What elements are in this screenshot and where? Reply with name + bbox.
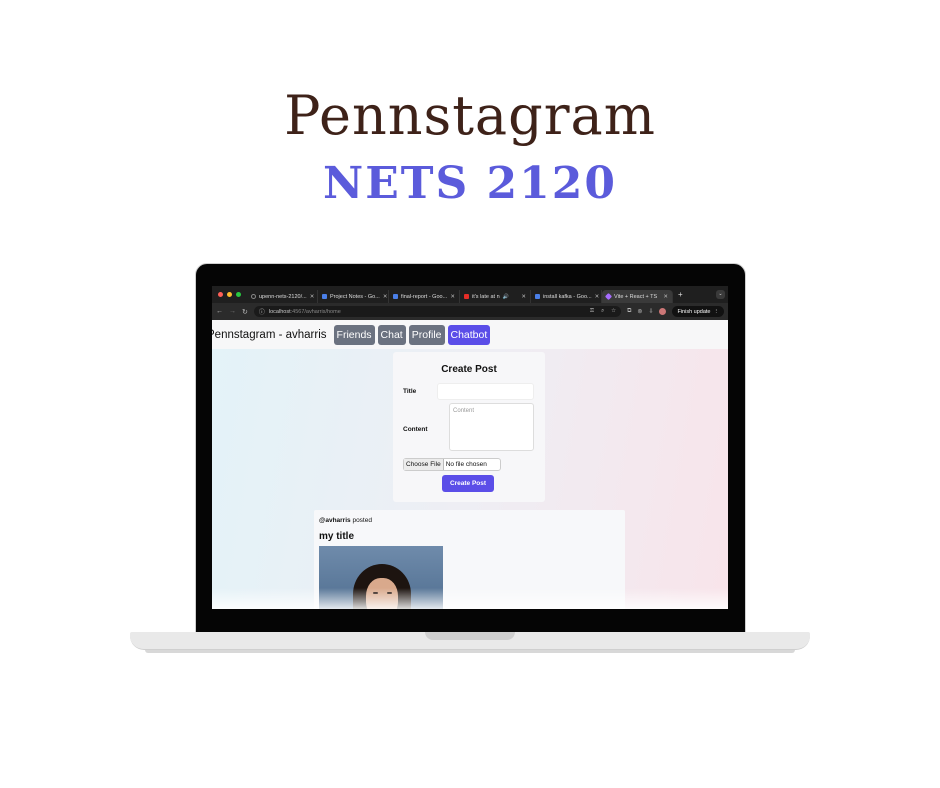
close-tab-icon[interactable]: ✕ xyxy=(663,294,668,300)
loading-icon xyxy=(251,294,256,299)
finish-update-button[interactable]: Finish update ⋮ xyxy=(672,306,724,317)
chatbot-button[interactable]: Chatbot xyxy=(447,324,491,345)
docs-icon xyxy=(393,294,398,299)
tab-label: Project Notes - Go... xyxy=(330,293,380,300)
cast-icon[interactable]: ⊚ xyxy=(637,308,642,315)
file-input[interactable]: Choose File No file chosen xyxy=(403,458,501,471)
download-icon[interactable]: ⇩ xyxy=(648,308,653,315)
create-post-form: Create Post Title Content Content Choose… xyxy=(393,352,545,502)
content-textarea[interactable]: Content xyxy=(449,403,534,451)
browser-tab[interactable]: Project Notes - Go... ✕ xyxy=(318,290,389,303)
close-window-button[interactable] xyxy=(218,292,223,297)
browser-toolbar: ← → ↻ ⓘ localhost:4567/avharris/home ⚿ ⌕… xyxy=(212,303,728,320)
close-tab-icon[interactable]: ✕ xyxy=(450,294,455,300)
reload-icon[interactable]: ↻ xyxy=(242,308,248,316)
site-info-icon[interactable]: ⓘ xyxy=(259,307,265,316)
post-author-line: @avharris posted xyxy=(319,517,372,524)
browser-tab-bar: upenn-nets-2120/... ✕ Project Notes - Go… xyxy=(212,286,728,303)
more-icon[interactable]: ⋮ xyxy=(714,309,720,315)
tab-label: it's late at n xyxy=(472,293,500,300)
post-author[interactable]: @avharris xyxy=(319,517,351,524)
minimize-window-button[interactable] xyxy=(227,292,232,297)
browser-tab[interactable]: install kafka - Goo... ✕ xyxy=(531,290,602,303)
content-label: Content xyxy=(403,426,428,433)
create-post-heading: Create Post xyxy=(441,364,497,375)
tab-label: install kafka - Goo... xyxy=(543,293,592,300)
youtube-icon xyxy=(464,294,469,299)
browser-tab[interactable]: final-report - Goo... ✕ xyxy=(389,290,460,303)
tab-search-button[interactable]: ⌄ xyxy=(716,290,725,299)
close-tab-icon[interactable]: ✕ xyxy=(595,294,600,300)
friends-button[interactable]: Friends xyxy=(333,324,375,345)
chat-button[interactable]: Chat xyxy=(377,324,406,345)
profile-avatar[interactable] xyxy=(659,308,667,315)
post-title: my title xyxy=(319,531,355,542)
maximize-window-button[interactable] xyxy=(236,292,241,297)
browser-tab[interactable]: it's late at n 🔊 ✕ xyxy=(460,290,531,303)
zoom-icon[interactable]: ⌕ xyxy=(601,308,604,315)
app-brand: Pennstagram - avharris xyxy=(212,328,327,341)
audio-icon[interactable]: 🔊 xyxy=(503,294,509,300)
file-status: No file chosen xyxy=(445,461,487,468)
profile-button[interactable]: Profile xyxy=(408,324,445,345)
post-action: posted xyxy=(352,517,372,524)
title-input[interactable] xyxy=(437,383,534,400)
tab-label: upenn-nets-2120/... xyxy=(259,293,307,300)
close-tab-icon[interactable]: ✕ xyxy=(383,294,388,300)
finish-update-label: Finish update xyxy=(677,308,711,315)
key-icon[interactable]: ⚿ xyxy=(590,308,594,315)
url-path: :4567/avharris/home xyxy=(290,308,341,315)
app-page: Pennstagram - avharris Friends Chat Prof… xyxy=(212,320,728,609)
screen-fade xyxy=(212,588,728,609)
tab-label: Vite + React + TS xyxy=(614,293,658,300)
bookmark-star-icon[interactable]: ☆ xyxy=(611,308,616,315)
window-controls xyxy=(212,292,247,297)
address-bar[interactable]: ⓘ localhost:4567/avharris/home ⚿ ⌕ ☆ xyxy=(253,306,622,317)
browser-tab[interactable]: upenn-nets-2120/... ✕ xyxy=(247,290,318,303)
tab-label: final-report - Goo... xyxy=(401,293,448,300)
docs-icon xyxy=(535,294,540,299)
vite-icon xyxy=(604,292,613,301)
new-tab-button[interactable]: + xyxy=(673,290,688,299)
app-navbar: Pennstagram - avharris Friends Chat Prof… xyxy=(212,320,728,349)
laptop-screen: upenn-nets-2120/... ✕ Project Notes - Go… xyxy=(212,286,728,609)
back-icon[interactable]: ← xyxy=(216,308,223,315)
forward-icon[interactable]: → xyxy=(229,308,236,315)
close-tab-icon[interactable]: ✕ xyxy=(521,294,526,300)
docs-icon xyxy=(322,294,327,299)
laptop-notch xyxy=(425,632,515,640)
browser-tab-active[interactable]: Vite + React + TS ✕ xyxy=(602,290,673,303)
url-host: localhost xyxy=(268,308,291,315)
extensions-icon[interactable]: ⧉ xyxy=(627,308,631,315)
choose-file-button[interactable]: Choose File xyxy=(404,459,444,470)
close-tab-icon[interactable]: ✕ xyxy=(310,294,315,300)
laptop-shadow xyxy=(145,650,795,653)
hero-title: Pennstagram xyxy=(284,84,656,147)
create-post-button[interactable]: Create Post xyxy=(442,475,494,492)
hero-subtitle: NETS 2120 xyxy=(322,158,618,209)
title-label: Title xyxy=(403,388,417,395)
